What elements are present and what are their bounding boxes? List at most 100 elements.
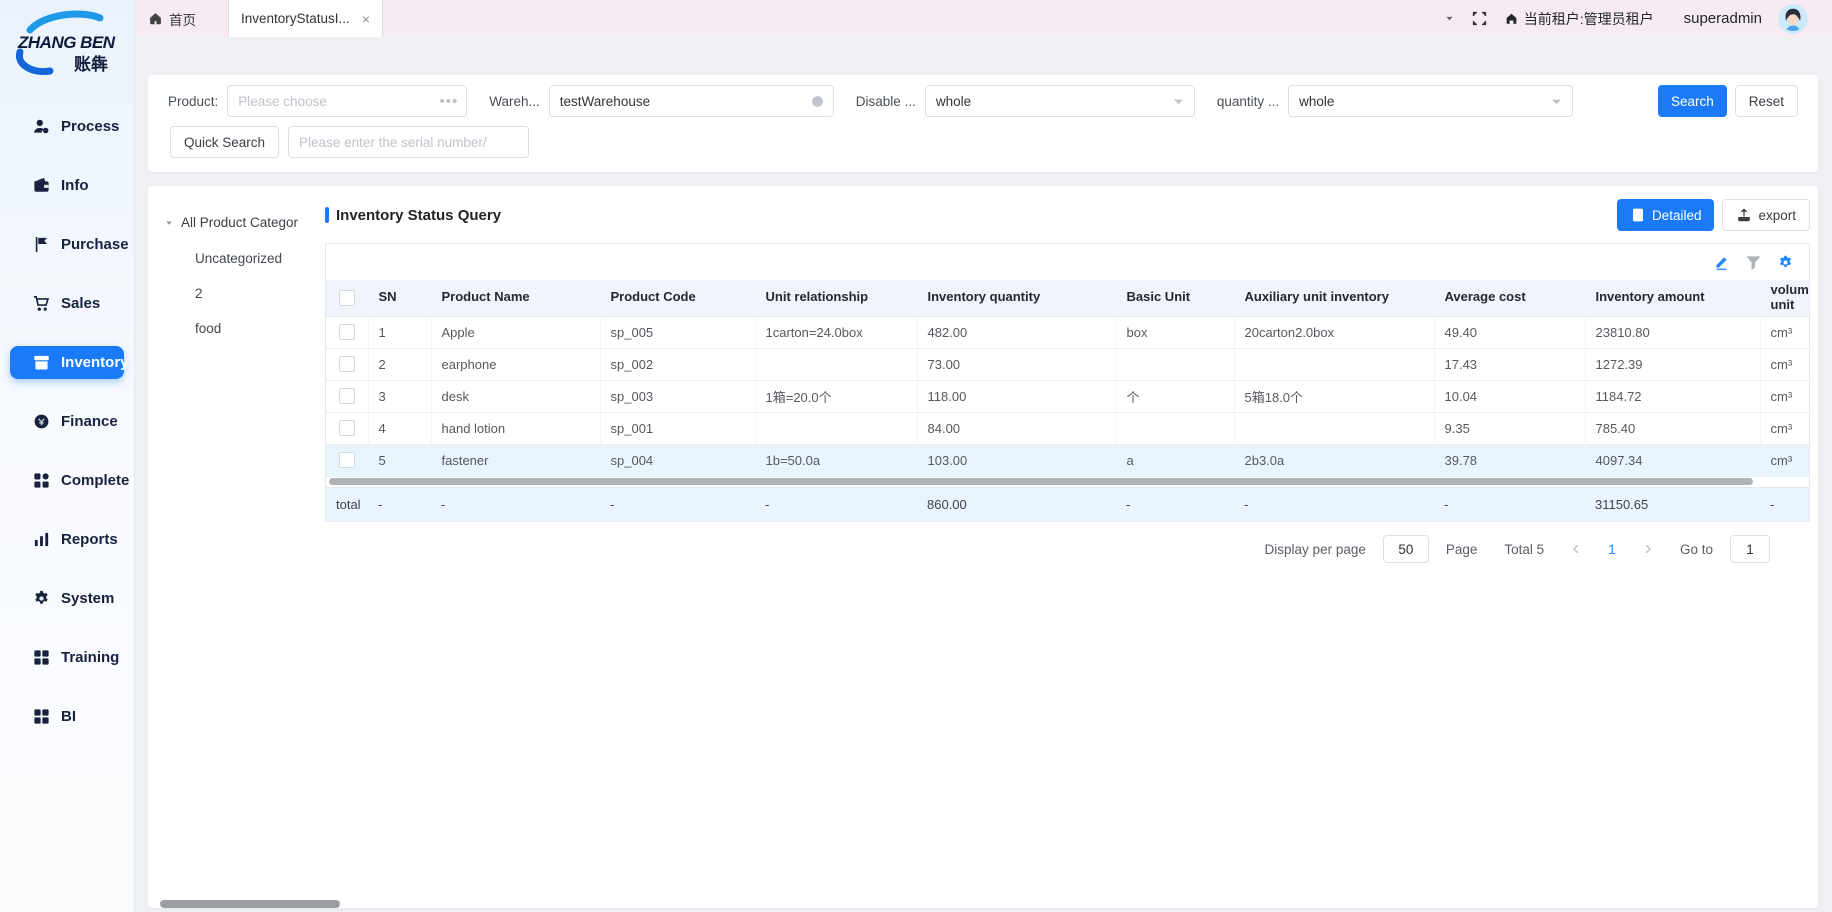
sidebar-item-finance[interactable]: Finance (10, 405, 124, 438)
sidebar-item-label: Complete (61, 472, 129, 489)
sidebar-item-inventory[interactable]: Inventory (10, 346, 124, 379)
sidebar-item-reports[interactable]: Reports (10, 523, 124, 556)
tenant-indicator[interactable]: 当前租户:管理员租户 (1504, 9, 1654, 29)
disable-status-select[interactable]: whole (925, 85, 1195, 117)
warehouse-input[interactable] (550, 94, 810, 109)
table-cell (1116, 412, 1234, 444)
column-header[interactable]: Auxiliary unit inventory (1234, 280, 1434, 316)
settings-icon[interactable] (1777, 254, 1794, 271)
table-cell: cm³ (1760, 380, 1810, 412)
gear-icon (32, 589, 51, 608)
column-header[interactable]: Inventory quantity (917, 280, 1116, 316)
tree-item-uncategorized[interactable]: Uncategorized (164, 251, 325, 266)
select-all-checkbox[interactable] (339, 290, 355, 306)
column-header[interactable]: Product Name (431, 280, 600, 316)
sidebar-item-bi[interactable]: BI (10, 700, 124, 733)
sidebar-item-purchase[interactable]: Purchase (10, 228, 124, 261)
table-toolbar (326, 244, 1809, 280)
row-checkbox[interactable] (339, 452, 355, 468)
table-cell: box (1116, 316, 1234, 348)
row-checkbox[interactable] (339, 324, 355, 340)
tree-item-2[interactable]: 2 (164, 286, 325, 301)
table-cell: 118.00 (917, 380, 1116, 412)
warehouse-field[interactable] (549, 85, 834, 117)
table-cell: 1b=50.0a (755, 444, 917, 476)
more-options-icon[interactable]: ••• (440, 94, 459, 109)
reset-button[interactable]: Reset (1735, 85, 1798, 117)
table-cell: 103.00 (917, 444, 1116, 476)
row-checkbox[interactable] (339, 356, 355, 372)
caret-down-icon[interactable] (164, 218, 174, 228)
tab-inventory-status[interactable]: InventoryStatusI... × (228, 0, 383, 37)
product-input[interactable] (228, 94, 439, 109)
tree-item-food[interactable]: food (164, 321, 325, 336)
table-cell: 2 (368, 348, 431, 380)
table-row[interactable]: 4hand lotionsp_00184.009.35785.40cm³ (326, 412, 1810, 444)
table-cell: a (1116, 444, 1234, 476)
table-cell: 23810.80 (1585, 316, 1760, 348)
table-row[interactable]: 5fastenersp_0041b=50.0a103.00a2b3.0a39.7… (326, 444, 1810, 476)
sidebar-item-sales[interactable]: Sales (10, 287, 124, 320)
column-header[interactable]: Unit relationship (755, 280, 917, 316)
quantity-select[interactable]: whole (1288, 85, 1573, 117)
table-cell: 9.35 (1434, 412, 1585, 444)
sidebar-item-training[interactable]: Training (10, 641, 124, 674)
sidebar-item-info[interactable]: Info (10, 169, 124, 202)
goto-page-input[interactable] (1730, 535, 1770, 563)
tabs-dropdown-caret-icon[interactable] (1444, 13, 1455, 24)
tab-home[interactable]: 首页 (134, 0, 210, 37)
table-row[interactable]: 1Applesp_0051carton=24.0box482.00box20ca… (326, 316, 1810, 348)
quick-search-field[interactable] (288, 126, 529, 158)
sidebar-item-system[interactable]: System (10, 582, 124, 615)
fullscreen-icon[interactable] (1471, 10, 1488, 27)
next-page-icon[interactable] (1641, 542, 1655, 556)
table-cell: 482.00 (917, 316, 1116, 348)
quick-search-button[interactable]: Quick Search (170, 126, 279, 158)
filter-icon[interactable] (1745, 254, 1762, 271)
edit-icon[interactable] (1713, 254, 1730, 271)
table-cell: sp_001 (600, 412, 755, 444)
current-page[interactable]: 1 (1608, 541, 1616, 557)
filter-card: Product: ••• Wareh... Disable ... whole (148, 75, 1818, 172)
window-horizontal-scrollbar[interactable] (160, 900, 340, 908)
column-header[interactable]: SN (368, 280, 431, 316)
tab-close-icon[interactable]: × (362, 12, 370, 26)
column-header[interactable]: Basic Unit (1116, 280, 1234, 316)
detailed-button-label: Detailed (1652, 208, 1702, 223)
export-button[interactable]: export (1722, 199, 1810, 231)
username-label[interactable]: superadmin (1684, 10, 1762, 27)
detailed-button[interactable]: Detailed (1617, 199, 1715, 231)
table-cell: 785.40 (1585, 412, 1760, 444)
disable-status-label: Disable ... (856, 94, 916, 109)
avatar[interactable] (1778, 4, 1808, 34)
page-size-input[interactable] (1383, 535, 1429, 563)
column-header[interactable]: Average cost (1434, 280, 1585, 316)
prev-page-icon[interactable] (1569, 542, 1583, 556)
tree-root-all-categories[interactable]: All Product Categor (164, 215, 325, 230)
sidebar-item-label: Reports (61, 531, 118, 548)
table-cell: cm³ (1760, 316, 1810, 348)
quick-search-input[interactable] (289, 135, 528, 150)
apps-icon (32, 471, 51, 490)
inventory-table: SNProduct NameProduct CodeUnit relations… (326, 280, 1810, 477)
row-checkbox[interactable] (339, 388, 355, 404)
row-select-cell (326, 444, 368, 476)
row-checkbox[interactable] (339, 420, 355, 436)
sidebar-item-process[interactable]: Process (10, 110, 124, 143)
product-select[interactable]: ••• (227, 85, 467, 117)
column-header[interactable]: volume unit (1760, 280, 1810, 316)
export-button-label: export (1758, 208, 1796, 223)
row-select-cell (326, 412, 368, 444)
search-button[interactable]: Search (1658, 85, 1727, 117)
disable-status-value: whole (926, 94, 1171, 109)
column-header[interactable]: Inventory amount (1585, 280, 1760, 316)
app-window: ZHANG BEN 账犇 ProcessInfoPurchaseSalesInv… (0, 0, 1832, 912)
table-cell: 4 (368, 412, 431, 444)
column-header[interactable]: Product Code (600, 280, 755, 316)
table-row[interactable]: 3desksp_0031箱=20.0个118.00个5箱18.0个10.0411… (326, 380, 1810, 412)
scrollbar-thumb[interactable] (329, 478, 1753, 485)
table-row[interactable]: 2earphonesp_00273.0017.431272.39cm³ (326, 348, 1810, 380)
table-cell (755, 348, 917, 380)
sidebar-item-complete[interactable]: Complete (10, 464, 124, 497)
clear-icon[interactable] (810, 94, 825, 109)
